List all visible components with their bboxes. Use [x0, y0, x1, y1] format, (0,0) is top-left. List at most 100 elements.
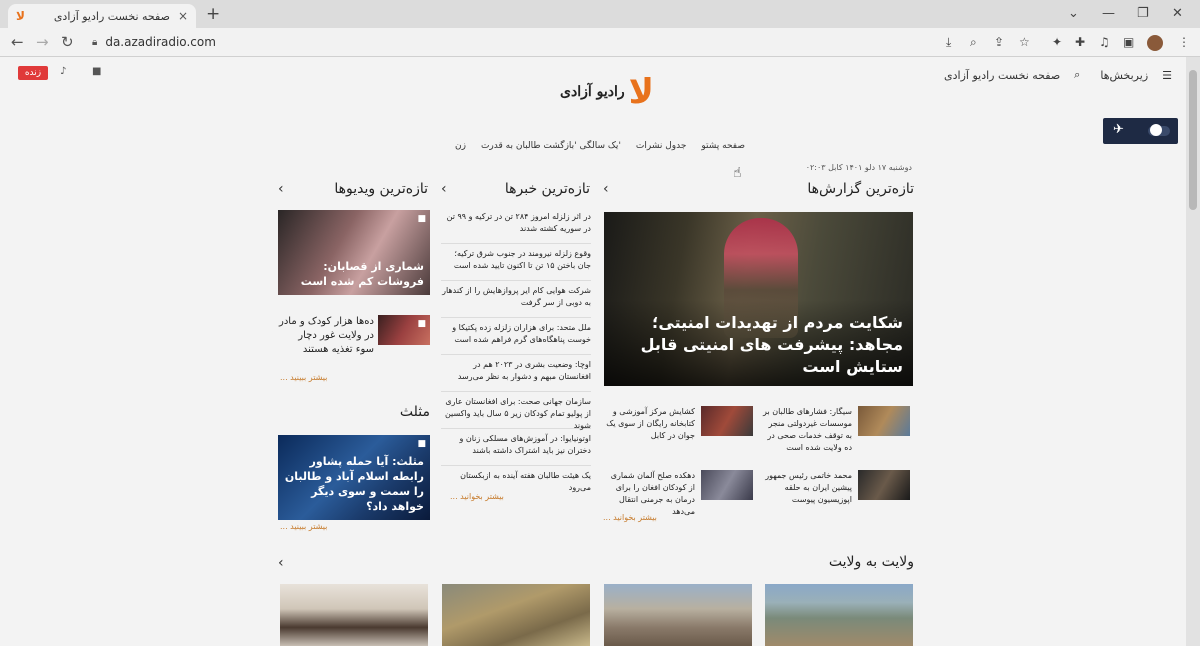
province-card[interactable]: [604, 584, 752, 646]
nav-item-women[interactable]: زن: [455, 141, 466, 151]
header-right: ☰ زیربخش‌ها ⌕ صفحه نخست رادیو آزادی: [944, 68, 1172, 82]
profile-avatar[interactable]: [1147, 35, 1163, 51]
report-item[interactable]: کشایش مرکز آموزشی و کتابخانه رایگان از س…: [603, 406, 753, 442]
reports-arrow-icon[interactable]: ‹: [603, 181, 609, 197]
tab-title: صفحه نخست رادیو آزادی: [53, 9, 170, 23]
mosalas-more-link[interactable]: بیشتر ببینید ...: [280, 522, 327, 531]
browser-menu-icon[interactable]: ⋮: [1178, 35, 1190, 49]
logo-mark-icon: ﻻ: [628, 72, 654, 112]
video-icon[interactable]: ■: [92, 66, 101, 77]
report-item-text: کشایش مرکز آموزشی و کتابخانه رایگان از س…: [606, 407, 695, 440]
province-card[interactable]: [280, 584, 428, 646]
site-favicon-icon: ﻻ: [16, 9, 25, 23]
audio-icon[interactable]: ♪: [60, 66, 66, 77]
news-item[interactable]: سازمان جهانی صحت: برای افغانستان عاری از…: [441, 392, 591, 430]
hero-headline[interactable]: شکایت مردم از تهدیدات امنیتی؛ مجاهد: پیش…: [613, 312, 903, 378]
videos-more-link[interactable]: بیشتر ببینید ...: [280, 373, 327, 382]
address-bar[interactable]: 🔒︎ da.azadiradio.com: [82, 31, 942, 53]
share-icon[interactable]: ⇪: [994, 35, 1004, 49]
video-feature-caption: شماری از قصابان: فروشات کم شده است: [300, 260, 424, 288]
mosalas-section-title[interactable]: مثلث: [400, 404, 430, 420]
news-list: در اثر زلزله امروز ۲۸۴ تن در ترکیه و ۹۹ …: [441, 207, 591, 492]
nav-item-taliban-anniversary[interactable]: یک سالگی 'بازگشت طالبان به قدرت': [481, 141, 621, 151]
report-item-text: سیگار: فشارهای طالبان بر موسسات غیردولتی…: [763, 407, 852, 452]
province-card[interactable]: [765, 584, 913, 646]
site-logo[interactable]: ﻻ رادیو آزادی: [560, 75, 654, 109]
install-icon[interactable]: ⤓: [946, 35, 951, 50]
main-nav: صفحه پشتو جدول نشرات یک سالگی 'بازگشت طا…: [455, 141, 745, 151]
news-arrow-icon[interactable]: ‹: [441, 181, 447, 197]
news-item[interactable]: یک هیئت طالبان هفته آینده به ازبکستان می…: [441, 466, 591, 492]
news-item[interactable]: ملل متحد: برای هزاران زلزله زده پکتیکا و…: [441, 318, 591, 355]
nav-item-pashto[interactable]: صفحه پشتو: [701, 141, 745, 151]
browser-toolbar: ← → ↻ 🔒︎ da.azadiradio.com ⤓ ⌕ ⇪ ☆ ✦ ✚ ♫…: [0, 28, 1200, 57]
news-item[interactable]: وقوع زلزله نیرومند در جنوب شرق ترکیه؛ جا…: [441, 244, 591, 281]
news-section-title[interactable]: تازه‌ترین خبرها: [505, 181, 590, 197]
video-item[interactable]: ■ ده‌ها هزار کودک و مادر در ولایت غور دچ…: [278, 315, 430, 357]
extensions-puzzle-icon[interactable]: ✚: [1075, 35, 1085, 49]
mouse-cursor-icon: ☝: [733, 165, 742, 181]
date-line: دوشنبه ۱۷ دلو ۱۴۰۱ کابل ۰۲:۰۳: [805, 163, 912, 172]
live-button[interactable]: زنده: [18, 66, 48, 80]
toggle-knob: [1150, 124, 1162, 136]
report-thumb: [858, 470, 910, 500]
news-more-link[interactable]: بیشتر بخوانید ...: [450, 492, 504, 501]
provinces-section-title[interactable]: ولایت به ولایت: [829, 554, 914, 570]
report-item[interactable]: محمد خاتمی رئیس جمهور پیشین ایران به حلق…: [760, 470, 910, 506]
mosalas-video[interactable]: ■ مثلث: آیا حمله پشاور رابطه اسلام آباد …: [278, 435, 430, 520]
news-item[interactable]: اوتونیایوا: در آموزش‌های مسلکی زنان و دخ…: [441, 429, 591, 466]
zoom-icon[interactable]: ⌕: [970, 35, 977, 50]
logo-text: رادیو آزادی: [560, 84, 625, 100]
url-text: da.azadiradio.com: [105, 35, 216, 49]
report-thumb: [858, 406, 910, 436]
videos-section-title[interactable]: تازه‌ترین ویدیوها: [334, 181, 428, 197]
videos-arrow-icon[interactable]: ‹: [278, 181, 284, 197]
report-item-text: محمد خاتمی رئیس جمهور پیشین ایران به حلق…: [765, 471, 852, 504]
report-thumb: [701, 406, 753, 436]
reports-more-link[interactable]: بیشتر بخوانید ...: [603, 513, 657, 522]
video-thumb: ■: [378, 315, 430, 345]
nav-item-schedule[interactable]: جدول نشرات: [636, 141, 687, 151]
news-item[interactable]: در اثر زلزله امروز ۲۸۴ تن در ترکیه و ۹۹ …: [441, 207, 591, 244]
report-item-text: دهکده صلح آلمان شماری از کودکان افغان را…: [610, 471, 695, 516]
bookmark-star-icon[interactable]: ☆: [1019, 35, 1030, 49]
theme-toggle-panel[interactable]: ✈: [1103, 118, 1178, 144]
forward-button[interactable]: →: [36, 33, 49, 51]
minimize-button[interactable]: —: [1102, 6, 1115, 21]
province-card[interactable]: [442, 584, 590, 646]
video-item-text: ده‌ها هزار کودک و مادر در ولایت غور دچار…: [279, 316, 374, 355]
provinces-arrow-icon[interactable]: ‹: [278, 555, 284, 571]
reload-button[interactable]: ↻: [61, 33, 74, 51]
camera-icon: ■: [417, 439, 426, 449]
hero-story[interactable]: شکایت مردم از تهدیدات امنیتی؛ مجاهد: پیش…: [604, 212, 913, 386]
camera-icon: ■: [417, 319, 426, 329]
close-window-button[interactable]: ✕: [1172, 6, 1183, 21]
menu-label[interactable]: زیربخش‌ها: [1100, 69, 1148, 82]
mosalas-caption: مثلث: آیا حمله پشاور رابطه اسلام آباد و …: [284, 455, 424, 513]
tab-close-icon[interactable]: ×: [178, 9, 188, 23]
extension-icon[interactable]: ✦: [1052, 35, 1062, 49]
lock-icon: 🔒︎: [92, 36, 98, 48]
back-button[interactable]: ←: [11, 33, 24, 51]
search-icon[interactable]: ⌕: [1074, 68, 1080, 82]
scrollbar-thumb[interactable]: [1189, 70, 1197, 210]
new-tab-button[interactable]: +: [206, 4, 220, 24]
browser-tab[interactable]: ﻻ صفحه نخست رادیو آزادی ×: [8, 4, 196, 28]
media-control-icon[interactable]: ♫: [1099, 35, 1110, 49]
home-link[interactable]: صفحه نخست رادیو آزادی: [944, 69, 1060, 82]
side-panel-icon[interactable]: ▣: [1123, 35, 1134, 49]
report-item[interactable]: دهکده صلح آلمان شماری از کودکان افغان را…: [603, 470, 753, 518]
tab-strip: ﻻ صفحه نخست رادیو آزادی × + ⌄ — ❐ ✕: [0, 0, 1200, 28]
video-feature[interactable]: ■ شماری از قصابان: فروشات کم شده است: [278, 210, 430, 295]
tab-search-chevron-icon[interactable]: ⌄: [1068, 6, 1079, 21]
reports-section-title[interactable]: تازه‌ترین گزارش‌ها: [807, 181, 914, 197]
plane-icon: ✈: [1113, 122, 1124, 137]
news-item[interactable]: شرکت هوایی کام ایر پروازهایش را از کندها…: [441, 281, 591, 318]
camera-icon: ■: [417, 214, 426, 224]
menu-icon[interactable]: ☰: [1162, 69, 1172, 82]
report-thumb: [701, 470, 753, 500]
news-item[interactable]: اوچا: وضعیت بشری در ۲۰۲۳ هم در افغانستان…: [441, 355, 591, 392]
maximize-button[interactable]: ❐: [1137, 6, 1149, 21]
report-item[interactable]: سیگار: فشارهای طالبان بر موسسات غیردولتی…: [760, 406, 910, 454]
web-page: زنده ♪ ■ ☰ زیربخش‌ها ⌕ صفحه نخست رادیو آ…: [0, 57, 1186, 646]
